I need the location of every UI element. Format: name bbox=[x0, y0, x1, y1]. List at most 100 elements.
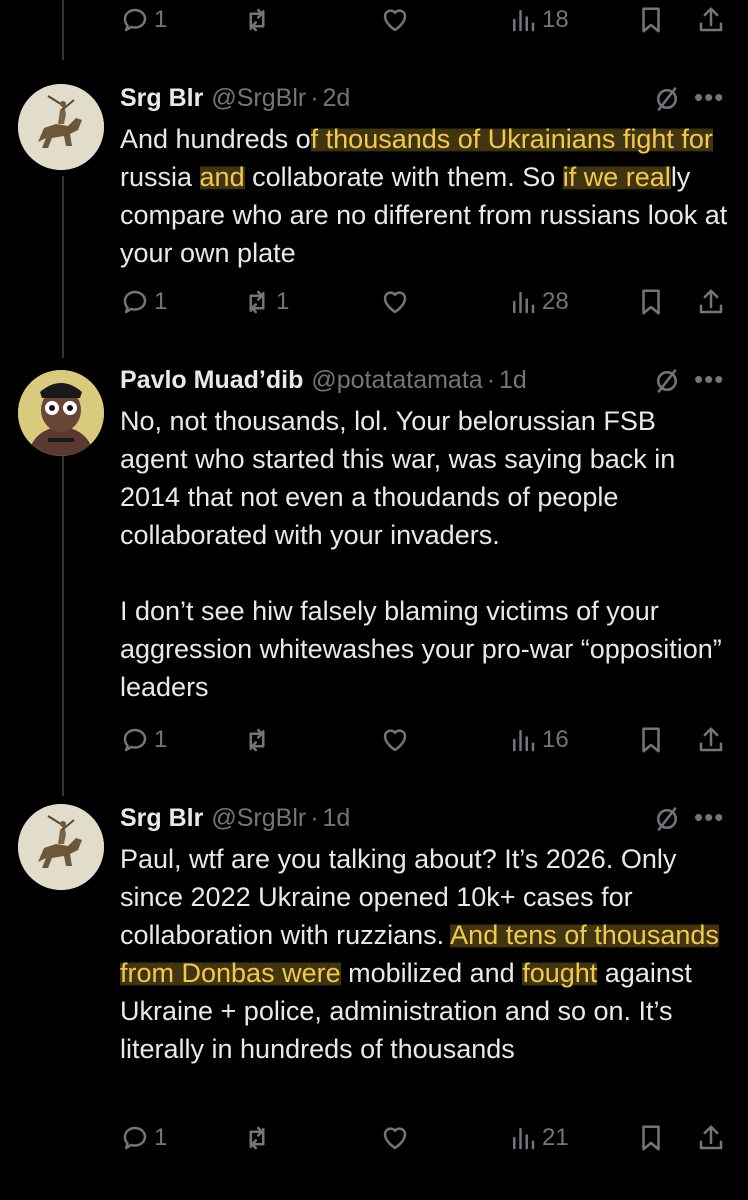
heart-icon bbox=[383, 1127, 407, 1150]
text-run: collaborate with them. So bbox=[244, 162, 563, 192]
views-button[interactable]: 18 bbox=[508, 0, 569, 40]
views-count: 28 bbox=[542, 288, 569, 315]
bookmark-button[interactable] bbox=[636, 0, 666, 40]
more-options-icon[interactable]: ••• bbox=[694, 82, 724, 113]
reply-count: 1 bbox=[154, 726, 168, 753]
highlighted-text: and bbox=[199, 162, 245, 192]
reply-icon bbox=[123, 290, 147, 314]
views-icon bbox=[513, 10, 535, 32]
repost-button[interactable] bbox=[242, 1118, 272, 1158]
share-button[interactable] bbox=[696, 0, 726, 40]
repost-icon bbox=[249, 8, 265, 32]
repost-icon bbox=[249, 728, 265, 752]
reply-button[interactable]: 1 bbox=[120, 1118, 167, 1158]
paragraph: No, not thousands, lol. Your belorussian… bbox=[120, 406, 676, 550]
repost-icon bbox=[249, 290, 265, 314]
highlighted-text: if we real bbox=[562, 162, 671, 192]
share-icon bbox=[699, 1125, 723, 1150]
like-button[interactable] bbox=[380, 720, 410, 760]
text-run: russia bbox=[120, 162, 200, 192]
views-count: 18 bbox=[542, 6, 569, 33]
timestamp[interactable]: 2d bbox=[323, 84, 351, 113]
share-button[interactable] bbox=[696, 1118, 726, 1158]
views-button[interactable]: 21 bbox=[508, 1118, 569, 1158]
repost-button[interactable]: 1 bbox=[242, 282, 289, 322]
timestamp[interactable]: 1d bbox=[499, 366, 527, 395]
heart-icon bbox=[383, 291, 407, 314]
grok-icon[interactable] bbox=[652, 804, 682, 834]
more-options-icon[interactable]: ••• bbox=[694, 802, 724, 833]
bookmark-icon bbox=[642, 289, 660, 315]
action-bar: 1 1 28 bbox=[120, 282, 730, 322]
reply-button[interactable]: 1 bbox=[120, 0, 167, 40]
horseman-emblem-icon bbox=[18, 84, 104, 170]
reply-button[interactable]: 1 bbox=[120, 282, 167, 322]
reply-icon bbox=[123, 728, 147, 752]
tweet-text: And hundreds of thousands of Ukrainians … bbox=[120, 120, 730, 272]
reply-icon bbox=[123, 1126, 147, 1150]
repost-button[interactable] bbox=[242, 720, 272, 760]
tweet-header: Pavlo Muad’dib @potatatamata · 1d bbox=[120, 362, 527, 398]
grok-icon[interactable] bbox=[652, 84, 682, 114]
horseman-emblem-icon bbox=[18, 804, 104, 890]
bookmark-icon bbox=[642, 727, 660, 753]
like-button[interactable] bbox=[380, 0, 410, 40]
display-name[interactable]: Srg Blr bbox=[120, 84, 203, 113]
separator: · bbox=[486, 365, 496, 394]
repost-button[interactable] bbox=[242, 0, 272, 40]
views-icon bbox=[513, 292, 535, 314]
share-button[interactable] bbox=[696, 720, 726, 760]
action-bar: 1 21 bbox=[120, 1118, 730, 1158]
top-action-bar: 1 18 bbox=[120, 0, 730, 40]
like-button[interactable] bbox=[380, 1118, 410, 1158]
views-icon bbox=[513, 1128, 535, 1150]
reply-count: 1 bbox=[154, 288, 168, 315]
repost-icon bbox=[249, 1126, 265, 1150]
repost-count: 1 bbox=[276, 288, 290, 315]
text-run: And hundreds o bbox=[120, 124, 311, 154]
reply-icon bbox=[123, 8, 147, 32]
avatar[interactable] bbox=[18, 370, 104, 456]
separator: · bbox=[310, 803, 319, 832]
highlighted-text: fought bbox=[522, 958, 598, 988]
bookmark-button[interactable] bbox=[636, 1118, 666, 1158]
separator: · bbox=[310, 83, 319, 112]
display-name[interactable]: Srg Blr bbox=[120, 804, 203, 833]
heart-icon bbox=[383, 729, 407, 752]
timestamp[interactable]: 1d bbox=[323, 804, 351, 833]
avatar[interactable] bbox=[18, 84, 104, 170]
tweet-header: Srg Blr @SrgBlr · 1d bbox=[120, 800, 350, 836]
highlighted-text: f thousands of Ukrainians fight for bbox=[310, 124, 713, 154]
tweet-header: Srg Blr @SrgBlr · 2d bbox=[120, 80, 350, 116]
reply-button[interactable]: 1 bbox=[120, 720, 167, 760]
profile-photo-icon bbox=[18, 370, 104, 456]
reply-count: 1 bbox=[154, 1124, 168, 1151]
bookmark-button[interactable] bbox=[636, 282, 666, 322]
share-button[interactable] bbox=[696, 282, 726, 322]
bookmark-icon bbox=[642, 7, 660, 33]
more-options-icon[interactable]: ••• bbox=[694, 364, 724, 395]
thread-line-1 bbox=[62, 0, 64, 60]
views-count: 21 bbox=[542, 1124, 569, 1151]
views-icon bbox=[513, 730, 535, 752]
grok-icon[interactable] bbox=[652, 366, 682, 396]
user-handle[interactable]: @SrgBlr bbox=[211, 84, 306, 113]
thread-line-2 bbox=[62, 176, 64, 358]
share-icon bbox=[699, 727, 723, 752]
share-icon bbox=[699, 289, 723, 314]
reply-count: 1 bbox=[154, 6, 168, 33]
avatar[interactable] bbox=[18, 804, 104, 890]
paragraph: I don’t see hiw falsely blaming victims … bbox=[120, 596, 722, 702]
views-count: 16 bbox=[542, 726, 569, 753]
bookmark-button[interactable] bbox=[636, 720, 666, 760]
tweet-text: No, not thousands, lol. Your belorussian… bbox=[120, 402, 730, 706]
views-button[interactable]: 28 bbox=[508, 282, 569, 322]
views-button[interactable]: 16 bbox=[508, 720, 569, 760]
user-handle[interactable]: @SrgBlr bbox=[211, 804, 306, 833]
text-run: mobilized and bbox=[340, 958, 523, 988]
user-handle[interactable]: @potatatamata bbox=[311, 366, 482, 395]
action-bar: 1 16 bbox=[120, 720, 730, 760]
like-button[interactable] bbox=[380, 282, 410, 322]
display-name[interactable]: Pavlo Muad’dib bbox=[120, 366, 303, 395]
thread-line-3 bbox=[62, 452, 64, 796]
